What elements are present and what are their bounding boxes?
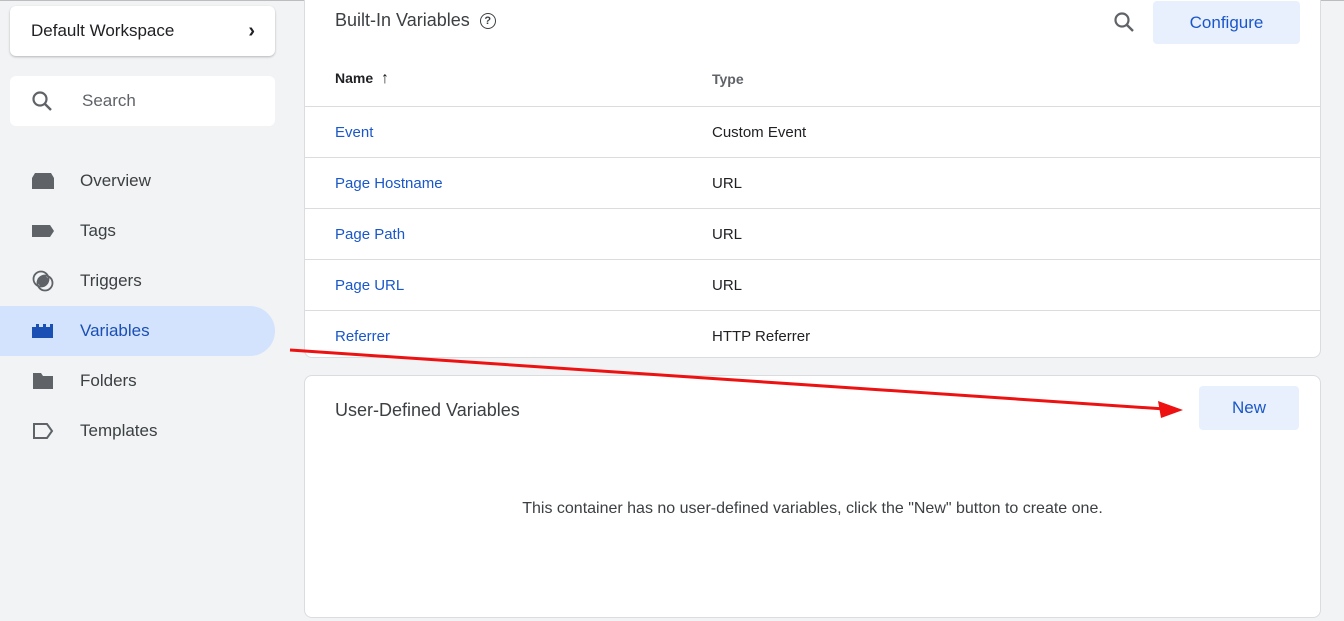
tag-icon [30, 220, 56, 242]
empty-state-message: This container has no user-defined varia… [522, 500, 1103, 517]
workspace-label: Default Workspace [31, 21, 175, 40]
table-row: Referrer HTTP Referrer [305, 310, 1320, 361]
variables-icon [30, 320, 56, 342]
user-defined-variables-title: User-Defined Variables [335, 400, 520, 420]
table-row: Page URL URL [305, 259, 1320, 310]
table-header: Name ↑ Type [305, 51, 1320, 106]
column-name-label: Name [335, 69, 374, 86]
table-row: Page Path URL [305, 208, 1320, 259]
help-icon[interactable]: ? [479, 13, 496, 30]
table-row: Event Custom Event [305, 106, 1320, 157]
sidebar-search[interactable] [10, 76, 275, 126]
search-input[interactable] [80, 90, 254, 112]
variable-type: URL [712, 225, 743, 243]
template-icon [30, 420, 56, 442]
variable-type: Custom Event [712, 123, 807, 141]
built-in-variables-card: Built-In Variables? Configure Name ↑ Typ… [304, 0, 1321, 358]
variable-name-link[interactable]: Event [335, 124, 373, 141]
user-defined-variables-card: User-Defined Variables New This containe… [304, 375, 1321, 618]
variable-name-link[interactable]: Page URL [335, 277, 404, 294]
trigger-icon [30, 270, 56, 292]
column-header-name[interactable]: Name ↑ [305, 70, 712, 88]
sidebar-item-variables[interactable]: Variables [0, 306, 275, 356]
sidebar-item-folders[interactable]: Folders [0, 356, 275, 406]
sidebar-item-templates[interactable]: Templates [0, 406, 275, 456]
sidebar-item-triggers[interactable]: Triggers [0, 256, 275, 306]
variable-name-link[interactable]: Page Hostname [335, 175, 443, 192]
card-title-text: Built-In Variables [335, 10, 470, 30]
built-in-variables-table: Name ↑ Type Event Custom Event Page Host… [305, 51, 1320, 361]
table-row: Page Hostname URL [305, 157, 1320, 208]
built-in-variables-title: Built-In Variables? [335, 10, 496, 31]
sidebar-item-label: Overview [80, 171, 151, 190]
configure-button[interactable]: Configure [1153, 1, 1300, 44]
search-icon[interactable] [1112, 10, 1136, 34]
sidebar-item-label: Templates [80, 421, 158, 440]
sidebar-item-overview[interactable]: Overview [0, 156, 275, 206]
sort-ascending-icon: ↑ [381, 69, 390, 87]
folder-icon [30, 370, 56, 392]
variable-name-link[interactable]: Referrer [335, 328, 390, 345]
new-button[interactable]: New [1199, 386, 1299, 430]
sidebar-item-label: Variables [80, 321, 150, 340]
sidebar-item-tags[interactable]: Tags [0, 206, 275, 256]
chevron-right-icon: › [248, 19, 255, 42]
sidebar-item-label: Triggers [80, 271, 142, 290]
overview-icon [30, 170, 56, 192]
column-header-type[interactable]: Type [712, 71, 1320, 87]
variable-name-link[interactable]: Page Path [335, 226, 405, 243]
sidebar-nav: Overview Tags Triggers Variables Folders [0, 156, 275, 456]
variable-type: HTTP Referrer [712, 327, 811, 345]
search-icon [32, 91, 52, 111]
variable-type: URL [712, 276, 743, 294]
sidebar-item-label: Tags [80, 221, 116, 240]
variable-type: URL [712, 174, 743, 192]
sidebar-item-label: Folders [80, 371, 137, 390]
workspace-selector[interactable]: Default Workspace › [10, 6, 275, 56]
